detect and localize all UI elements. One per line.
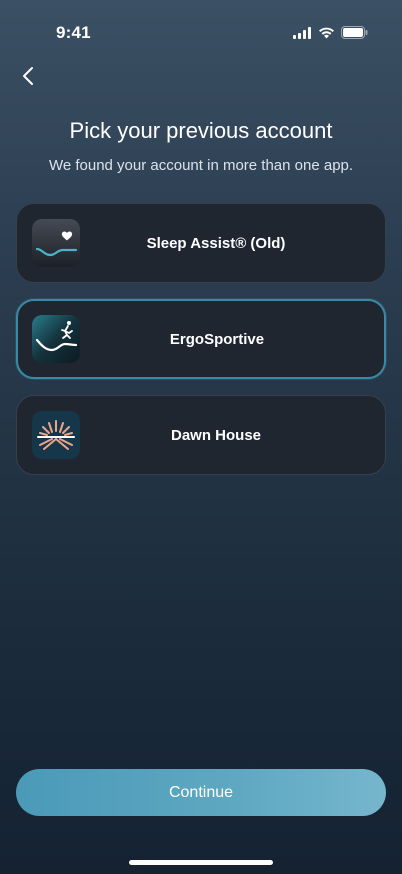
account-label: Dawn House xyxy=(170,426,261,444)
account-option-sleep-assist[interactable]: Sleep Assist® (Old) xyxy=(16,203,386,283)
continue-button[interactable]: Continue xyxy=(16,769,386,816)
account-option-ergosportive[interactable]: ErgoSportive xyxy=(16,299,386,379)
signal-icon xyxy=(293,26,311,39)
status-icons xyxy=(293,26,368,39)
account-label: Sleep Assist® (Old) xyxy=(146,234,286,252)
account-list: Sleep Assist® (Old) ErgoSportive Dawn Ho… xyxy=(16,203,386,491)
home-indicator xyxy=(129,860,273,865)
account-label: ErgoSportive xyxy=(169,330,265,348)
status-time: 9:41 xyxy=(56,23,91,42)
page-subtitle: We found your account in more than one a… xyxy=(48,157,354,174)
wifi-icon xyxy=(319,27,334,38)
account-option-dawn-house[interactable]: Dawn House xyxy=(16,395,386,475)
back-button[interactable] xyxy=(14,62,42,90)
page-title: Pick your previous account xyxy=(69,118,333,143)
status-bar: 9:41 xyxy=(0,0,402,62)
battery-icon xyxy=(341,26,368,39)
chevron-left-icon xyxy=(23,67,33,85)
